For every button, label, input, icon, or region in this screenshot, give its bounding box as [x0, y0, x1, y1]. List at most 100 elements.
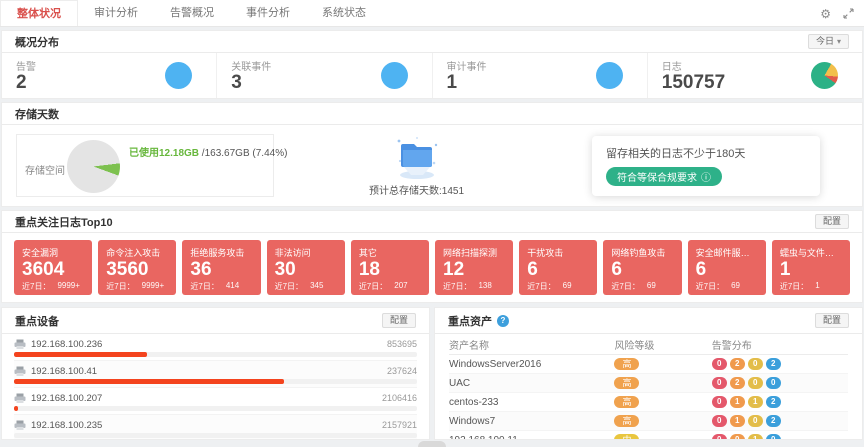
alarm-count-badge: 0: [712, 396, 727, 408]
top10-card[interactable]: 非法访问30近7日：345: [267, 240, 345, 295]
top10-card-value: 1: [780, 259, 842, 281]
device-usage-fill: [14, 379, 284, 384]
top10-card[interactable]: 命令注入攻击3560近7日：9999+: [98, 240, 176, 295]
asset-header-risk: 风险等级: [614, 337, 711, 352]
top10-card-recent: 近7日：69: [527, 281, 589, 292]
top10-card-title: 其它: [359, 246, 421, 259]
risk-badge: 高: [614, 396, 639, 409]
alarm-count-badge: 2: [766, 396, 781, 408]
recent-label: 近7日：: [780, 281, 808, 292]
device-row[interactable]: 192.168.100.2352157921: [14, 415, 417, 440]
asset-row: centos-233高0112: [449, 393, 848, 412]
asset-row: UAC高0200: [449, 374, 848, 393]
top10-card-recent: 近7日： 345: [275, 281, 337, 292]
storage-pie-chart: [67, 140, 120, 193]
top10-card-value: 36: [190, 259, 252, 281]
asset-row: 192.168.100.11中0010: [449, 431, 848, 440]
asset-row: WindowsServer2016高0202: [449, 355, 848, 374]
device-row[interactable]: 192.168.100.2072106416: [14, 388, 417, 415]
tab-item[interactable]: 系统状态: [306, 0, 382, 26]
top10-card[interactable]: 网络扫描探测12近7日：138: [435, 240, 513, 295]
date-filter-dropdown[interactable]: 今日▾: [808, 34, 849, 49]
recent-label: 近7日：: [359, 281, 387, 292]
asset-row: Windows7高0102: [449, 412, 848, 431]
alarm-count-badge: 0: [730, 434, 745, 440]
asset-risk: 中: [614, 434, 711, 440]
top10-card[interactable]: 网络钓鱼攻击6近7日：69: [603, 240, 681, 295]
gear-icon[interactable]: ⚙: [820, 8, 831, 20]
device-value: 237624: [387, 366, 417, 376]
recent-value: 345: [310, 281, 323, 292]
storage-title: 存储天数: [15, 106, 59, 122]
device-row[interactable]: 192.168.100.236853695: [14, 334, 417, 361]
alarm-count-badge: 0: [712, 415, 727, 427]
asset-name: 192.168.100.11: [449, 435, 614, 441]
alarm-count-badge: 1: [748, 396, 763, 408]
asset-header-dist: 告警分布: [712, 337, 848, 352]
top10-card-title: 网络钓鱼攻击: [611, 246, 673, 259]
top10-card-recent: 近7日：138: [443, 281, 505, 292]
top10-card[interactable]: 蠕虫与文件感染1近7日：1: [772, 240, 850, 295]
stat-card: 关联事件3: [217, 53, 432, 98]
tab-item[interactable]: 审计分析: [78, 0, 154, 26]
top10-card-recent: 近7日：207: [359, 281, 421, 292]
asset-alarm-distribution: 0200: [712, 377, 848, 389]
recent-label: 近7日：: [106, 281, 134, 292]
top10-card-recent: 近7日：1: [780, 281, 842, 292]
stat-card: 审计事件1: [433, 53, 648, 98]
device-value: 853695: [387, 339, 417, 349]
device-icon: [14, 393, 26, 404]
fullscreen-icon[interactable]: [843, 8, 854, 19]
alarm-count-badge: 0: [712, 377, 727, 389]
risk-badge: 高: [614, 415, 639, 428]
stat-card: 告警2: [2, 53, 217, 98]
device-usage-bar: [14, 352, 417, 357]
top10-card[interactable]: 安全漏洞3604近7日：9999+: [14, 240, 92, 295]
tab-item[interactable]: 事件分析: [230, 0, 306, 26]
top10-card-value: 30: [275, 259, 337, 281]
storage-panel: 存储天数 存储空间 已使用12.18GB /163.67GB (7.44%) 预…: [1, 102, 863, 207]
asset-alarm-distribution: 0202: [712, 358, 848, 370]
asset-risk: 高: [614, 396, 711, 409]
compliance-badge[interactable]: 符合等保合规要求ⓘ: [606, 167, 722, 186]
top10-card-value: 6: [611, 259, 673, 281]
asset-alarm-distribution: 0112: [712, 396, 848, 408]
pie-icon: [811, 62, 838, 89]
alarm-count-badge: 2: [766, 358, 781, 370]
assets-panel: 重点资产? 配置 资产名称 风险等级 告警分布 WindowsServer201…: [434, 307, 863, 440]
recent-value: 9999+: [57, 281, 79, 292]
device-value: 2106416: [382, 393, 417, 403]
asset-header-name: 资产名称: [449, 337, 614, 352]
recent-value: 414: [226, 281, 239, 292]
recent-label: 近7日：: [22, 281, 50, 292]
tab-item[interactable]: 整体状况: [0, 0, 78, 26]
alarm-count-badge: 0: [748, 358, 763, 370]
alarm-count-badge: 0: [712, 434, 727, 440]
storage-used: 已使用12.18GB: [129, 148, 199, 159]
top10-card[interactable]: 其它18近7日：207: [351, 240, 429, 295]
collapse-handle[interactable]: [418, 441, 446, 447]
blue-circle-icon: [596, 62, 623, 89]
storage-usage-text: 已使用12.18GB /163.67GB (7.44%): [129, 144, 287, 159]
recent-label: 近7日：: [275, 281, 303, 292]
top10-card-recent: 近7日：9999+: [106, 281, 168, 292]
top10-title: 重点关注日志Top10: [15, 214, 113, 230]
risk-badge: 高: [614, 377, 639, 390]
asset-alarm-distribution: 0010: [712, 434, 848, 440]
device-row[interactable]: 192.168.100.41237624: [14, 361, 417, 388]
assets-config-button[interactable]: 配置: [815, 313, 849, 328]
asset-alarm-distribution: 0102: [712, 415, 848, 427]
device-usage-bar: [14, 406, 417, 411]
help-icon[interactable]: ?: [497, 315, 509, 327]
alarm-count-badge: 1: [730, 396, 745, 408]
tab-item[interactable]: 告警概况: [154, 0, 230, 26]
top10-config-button[interactable]: 配置: [815, 214, 849, 229]
top10-card[interactable]: 拒绝服务攻击36近7日：414: [182, 240, 260, 295]
alarm-count-badge: 0: [748, 415, 763, 427]
top10-card[interactable]: 干扰攻击6近7日：69: [519, 240, 597, 295]
alarm-count-badge: 0: [712, 358, 727, 370]
devices-config-button[interactable]: 配置: [382, 313, 416, 328]
top10-card[interactable]: 安全邮件服务攻击6近7日：69: [688, 240, 766, 295]
assets-title: 重点资产?: [448, 313, 509, 329]
alarm-count-badge: 0: [748, 377, 763, 389]
